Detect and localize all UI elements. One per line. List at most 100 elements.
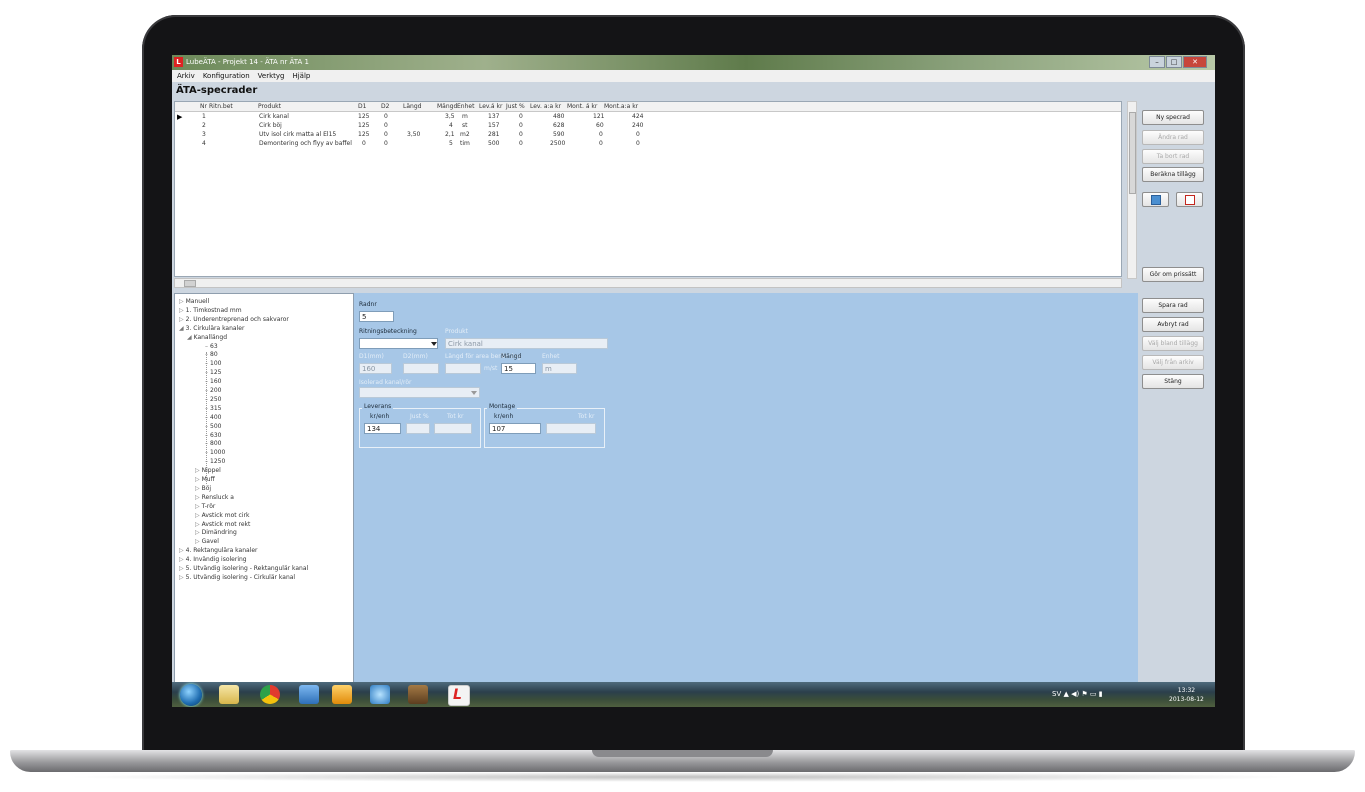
isol-dropdown[interactable]	[359, 387, 480, 398]
col-header[interactable]: D1	[358, 103, 366, 110]
tree-item[interactable]: –400	[205, 414, 221, 421]
chrome-icon[interactable]	[260, 685, 280, 704]
tree-item[interactable]: ▷ 1. Timkostnad mm	[179, 307, 242, 314]
col-header[interactable]: Enhet	[457, 103, 474, 110]
tree-item[interactable]: –125	[205, 369, 221, 376]
table-row[interactable]: 2 Cirk böj 125 0 4 st 157 0 628 60 240	[175, 121, 1121, 130]
pdf-button[interactable]	[1176, 192, 1203, 207]
tree-item[interactable]: ▷ Böj	[195, 485, 211, 492]
tree-item[interactable]: ▷ T-rör	[195, 503, 215, 510]
leverans-just-field[interactable]	[406, 423, 430, 434]
col-header[interactable]: Nr	[200, 103, 207, 110]
gimp-icon[interactable]	[408, 685, 428, 704]
tree-item[interactable]: –250	[205, 396, 221, 403]
start-button[interactable]	[180, 684, 202, 706]
ritning-dropdown[interactable]	[359, 338, 438, 349]
radnr-field[interactable]: 5	[359, 311, 394, 322]
col-header[interactable]: Ritn.bet	[209, 103, 233, 110]
d1-field[interactable]: 160	[359, 363, 392, 374]
tree-item[interactable]: ▷ Avstick mot rekt	[195, 521, 250, 528]
col-header[interactable]: Just %	[506, 103, 525, 110]
lube-ata-taskbar-icon[interactable]: L	[448, 685, 470, 706]
col-header[interactable]: D2	[381, 103, 389, 110]
tree-item[interactable]: –200	[205, 387, 221, 394]
produkt-field[interactable]: Cirk kanal	[445, 338, 608, 349]
tree-item[interactable]: –315	[205, 405, 221, 412]
scroll-thumb[interactable]	[1129, 112, 1136, 194]
grid-vertical-scrollbar[interactable]	[1127, 101, 1137, 279]
tree-item[interactable]: ▷ Nippel	[195, 467, 221, 474]
language-indicator[interactable]: SV	[1052, 690, 1061, 698]
tree-item[interactable]: –500	[205, 423, 221, 430]
montage-price-field[interactable]: 107	[489, 423, 541, 434]
close-button[interactable]: Stäng	[1142, 374, 1204, 389]
close-icon[interactable]: ✕	[1183, 56, 1207, 68]
tree-item[interactable]: –1000	[205, 449, 225, 456]
mangd-field[interactable]: 15	[501, 363, 536, 374]
cell: 0	[384, 113, 388, 120]
minimize-icon[interactable]: –	[1149, 56, 1165, 68]
delete-row-button[interactable]: Ta bort rad	[1142, 149, 1204, 164]
save-row-button[interactable]: Spara rad	[1142, 298, 1204, 313]
tree-item[interactable]: ▷ 5. Utvändig isolering - Rektangulär kan…	[179, 565, 308, 572]
table-row[interactable]: 3 Utv isol cirk matta al El15 125 0 3,50…	[175, 130, 1121, 139]
calculate-additions-button[interactable]: Beräkna tillägg	[1142, 167, 1204, 182]
leverans-tot-field[interactable]	[434, 423, 472, 434]
cell: 2500	[550, 140, 566, 147]
maximize-icon[interactable]: □	[1166, 56, 1182, 68]
tree-item[interactable]: –800	[205, 440, 221, 447]
grid-horizontal-scrollbar[interactable]	[174, 278, 1122, 288]
table-row[interactable]: ▶ 1 Cirk kanal 125 0 3,5 m 137 0 480 121…	[175, 112, 1121, 121]
langd-field[interactable]	[445, 363, 481, 374]
explorer-icon[interactable]	[219, 685, 239, 704]
col-header[interactable]: Produkt	[258, 103, 281, 110]
scroll-thumb[interactable]	[184, 280, 196, 287]
montage-tot-field[interactable]	[546, 423, 596, 434]
tree-item[interactable]: ▷ Avstick mot cirk	[195, 512, 249, 519]
tree-item[interactable]: ◢ Kanallängd	[187, 334, 227, 341]
tree-item[interactable]: ▷ Muff	[195, 476, 215, 483]
choose-from-archive-button[interactable]: Välj från arkiv	[1142, 355, 1204, 370]
outlook-icon[interactable]	[332, 685, 352, 704]
col-header[interactable]: Lev. a:a kr	[530, 103, 561, 110]
save-doc-button[interactable]	[1142, 192, 1169, 207]
tree-item[interactable]: ▷ Gavel	[195, 538, 219, 545]
tree-item[interactable]: –80	[205, 351, 218, 358]
enhet-field[interactable]: m	[542, 363, 577, 374]
leverans-price-field[interactable]: 134	[364, 423, 401, 434]
col-header[interactable]: Mängd	[437, 103, 457, 110]
tree-item[interactable]: ▷ 4. Rektangulära kanaler	[179, 547, 258, 554]
tree-item[interactable]: ▷ Manuell	[179, 298, 209, 305]
tree-item[interactable]: –100	[205, 360, 221, 367]
tree-item[interactable]: ▷ Rensluck a	[195, 494, 234, 501]
edit-row-button[interactable]: Ändra rad	[1142, 130, 1204, 145]
tree-item[interactable]: ◢ 3. Cirkulära kanaler	[179, 325, 244, 332]
menu-verktyg[interactable]: Verktyg	[258, 72, 285, 80]
tree-item[interactable]: ▷ Dimändring	[195, 529, 237, 536]
col-header[interactable]: Mont.a:a kr	[604, 103, 638, 110]
tree-item[interactable]: –63	[205, 343, 218, 350]
menu-konfiguration[interactable]: Konfiguration	[203, 72, 250, 80]
cell: 2,1	[445, 131, 455, 138]
teamviewer-icon[interactable]	[370, 685, 390, 704]
table-row[interactable]: 4 Demontering och flyy av baffel 0 0 5 t…	[175, 139, 1121, 148]
col-header[interactable]: Lev.á kr	[479, 103, 502, 110]
menu-arkiv[interactable]: Arkiv	[177, 72, 195, 80]
tree-item[interactable]: ▷ 2. Underentreprenad och sakvaror	[179, 316, 289, 323]
new-spec-row-button[interactable]: Ny specrad	[1142, 110, 1204, 125]
tree-item[interactable]: ▷ 4. Invändig isolering	[179, 556, 247, 563]
tree-item[interactable]: –630	[205, 432, 221, 439]
tree-item[interactable]: –1250	[205, 458, 225, 465]
d2-field[interactable]	[403, 363, 439, 374]
media-player-icon[interactable]	[299, 685, 319, 704]
tree-item[interactable]: ▷ 5. Utvändig isolering - Cirkulär kanal	[179, 574, 295, 581]
tree-item[interactable]: –160	[205, 378, 221, 385]
chevron-down-icon	[431, 342, 437, 346]
cancel-row-button[interactable]: Avbryt rad	[1142, 317, 1204, 332]
col-header[interactable]: Längd	[403, 103, 421, 110]
choose-additions-button[interactable]: Välj bland tillägg	[1142, 336, 1204, 351]
reprice-button[interactable]: Gör om prissätt	[1142, 267, 1204, 282]
col-header[interactable]: Mont. á kr	[567, 103, 597, 110]
menu-hjalp[interactable]: Hjälp	[292, 72, 310, 80]
clock[interactable]: 13:32 2013-08-12	[1169, 686, 1204, 704]
